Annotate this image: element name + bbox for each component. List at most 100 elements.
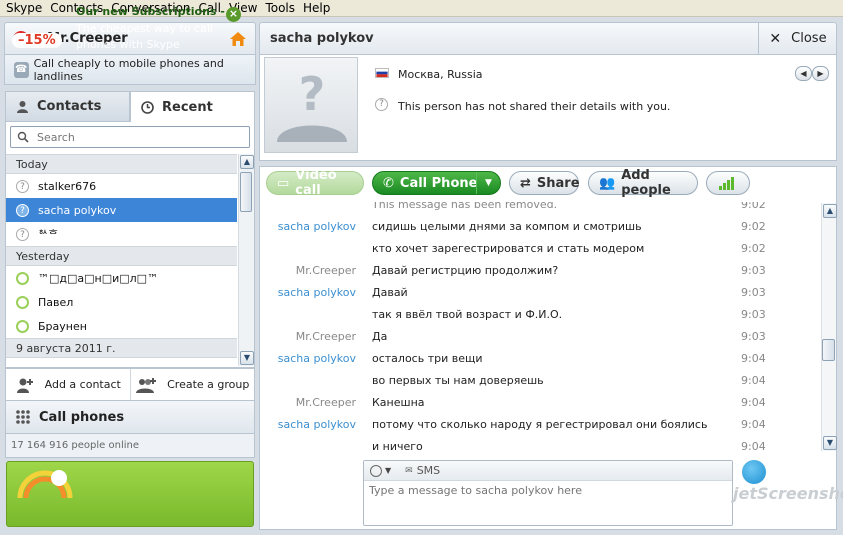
message-sender[interactable]: Mr.Creeper <box>260 330 356 343</box>
russia-flag-icon <box>375 68 389 78</box>
search-box[interactable] <box>10 126 250 148</box>
contact-item[interactable]: ? ᄒᄉᄒ <box>6 222 237 246</box>
contact-name: ᄒᄉᄒ <box>38 228 59 241</box>
message-history: This message has been removed. 9:02 sacha … <box>259 202 837 455</box>
contact-name: ™□д□а□н□и□л□™ <box>38 271 159 285</box>
message-sender[interactable]: sacha polykov <box>260 352 356 365</box>
message-row: sacha polykov сидишь целыми днями за комп… <box>260 220 820 238</box>
tab-recent[interactable]: Recent <box>130 91 255 122</box>
prev-button[interactable]: ◀ <box>795 66 812 81</box>
person-icon <box>17 101 28 113</box>
share-icon: ⇄ <box>520 175 531 191</box>
contact-item[interactable]: ? stalker676 <box>6 174 237 198</box>
tab-contacts-label: Contacts <box>37 99 102 114</box>
message-row: sacha polykov Давай 9:03 <box>260 286 820 304</box>
message-sender[interactable]: Mr.Creeper <box>260 396 356 409</box>
message-sender[interactable]: sacha polykov <box>260 286 356 299</box>
scroll-down-button[interactable]: ▼ <box>823 436 837 450</box>
add-contact-button[interactable]: Add a contact <box>6 369 131 400</box>
message-scrollbar[interactable]: ▲ ▼ <box>821 203 837 451</box>
call-phone-label: Call Phone <box>399 175 478 191</box>
message-row: This message has been removed. 9:02 <box>260 202 820 216</box>
menu-skype[interactable]: Skype <box>6 1 42 15</box>
search-input[interactable] <box>37 130 237 144</box>
call-cheaply-banner[interactable]: ☎ Call cheaply to mobile phones and land… <box>4 55 256 85</box>
sms-label[interactable]: SMS <box>417 464 440 477</box>
video-call-button[interactable]: ▭ Video call <box>266 168 364 198</box>
message-text: This message has been removed. <box>372 202 558 211</box>
message-row: sacha polykov осталось три вещи 9:04 <box>260 352 820 370</box>
message-sender[interactable]: Mr.Creeper <box>260 264 356 277</box>
search-icon <box>17 131 29 143</box>
message-text: кто хочет зарегестрироватся и стать моде… <box>372 242 645 255</box>
contact-tabs: Contacts Recent <box>5 91 255 122</box>
home-icon[interactable] <box>229 30 247 48</box>
message-row: Mr.Creeper Да 9:03 <box>260 330 820 348</box>
message-text: осталось три вещи <box>372 352 483 365</box>
message-time: 9:02 <box>741 202 766 211</box>
message-text: потому что сколько народу я регестрирова… <box>372 418 708 431</box>
contact-scroll-thumb[interactable] <box>240 172 252 212</box>
create-group-button[interactable]: Create a group <box>131 369 255 400</box>
call-cheaply-text: Call cheaply to mobile phones and landli… <box>33 56 224 83</box>
message-text: сидишь целыми днями за компом и смотришь <box>372 220 642 233</box>
message-time: 9:03 <box>741 286 766 299</box>
message-text: и ничего <box>372 440 423 453</box>
scroll-up-button[interactable]: ▲ <box>823 204 837 218</box>
offline-status-icon <box>16 295 29 309</box>
call-phones-button[interactable]: Call phones <box>5 401 255 434</box>
clock-icon <box>141 100 154 114</box>
close-icon[interactable]: × <box>226 7 241 22</box>
call-quality-button[interactable] <box>706 171 750 195</box>
contact-group-header: Yesterday <box>6 246 237 266</box>
contact-list: Today? stalker676? sacha polykov? ᄒᄉᄒ Yester… <box>6 154 237 366</box>
menu-tools[interactable]: Tools <box>265 1 295 15</box>
add-people-label: Add people <box>621 168 671 198</box>
scroll-up-button[interactable]: ▲ <box>240 155 254 169</box>
message-text: так я ввёл твой возраст и Ф.И.О. <box>372 308 563 321</box>
close-conversation-button[interactable]: ✕ Close <box>758 22 837 55</box>
contact-item[interactable]: Браунен <box>6 314 237 338</box>
contact-item[interactable]: Павел <box>6 290 237 314</box>
chevron-down-icon[interactable]: ▼ <box>476 172 500 194</box>
close-label: Close <box>791 31 827 46</box>
send-icon[interactable] <box>742 460 766 484</box>
message-sender[interactable]: sacha polykov <box>260 418 356 431</box>
message-row: Mr.Creeper Канешна 9:04 <box>260 396 820 414</box>
message-text: Да <box>372 330 388 343</box>
promo-text: The cheapest way to call phones with Sky… <box>76 22 213 51</box>
create-group-label: Create a group <box>167 378 250 391</box>
add-people-button[interactable]: 👥 Add people <box>588 168 698 198</box>
phone-icon: ✆ <box>383 175 394 191</box>
message-row: во первых ты нам доверяешь 9:04 <box>260 374 820 392</box>
next-button[interactable]: ▶ <box>812 66 829 81</box>
message-input[interactable] <box>369 484 719 497</box>
unknown-status-icon: ? <box>16 203 29 217</box>
message-row: так я ввёл твой возраст и Ф.И.О. 9:03 <box>260 308 820 326</box>
promo-title: Our new Subscriptions - <box>76 5 225 18</box>
rainbow-icon <box>17 470 73 498</box>
message-scroll-thumb[interactable] <box>822 339 835 361</box>
message-time: 9:02 <box>741 220 766 233</box>
subscription-promo[interactable] <box>6 461 254 527</box>
share-button[interactable]: ⇄ Share <box>509 171 580 195</box>
add-people-icon: 👥 <box>599 175 616 191</box>
emoticon-icon[interactable] <box>370 464 382 477</box>
contact-item[interactable]: ? sacha polykov <box>6 198 237 222</box>
contact-item[interactable]: ™□д□а□н□и□л□™ <box>6 266 237 290</box>
tab-contacts[interactable]: Contacts <box>5 91 130 122</box>
scroll-down-button[interactable]: ▼ <box>240 351 254 365</box>
chevron-down-icon[interactable]: ▼ <box>385 466 391 475</box>
add-person-icon <box>16 378 33 393</box>
phone-icon: ☎ <box>14 61 29 78</box>
message-sender[interactable]: sacha polykov <box>260 220 356 233</box>
message-time: 9:04 <box>741 374 766 387</box>
close-icon: ✕ <box>769 30 782 47</box>
message-text: Давай <box>372 286 408 299</box>
menu-help[interactable]: Help <box>303 1 330 15</box>
contact-name: stalker676 <box>38 179 97 193</box>
dialpad-icon <box>16 410 30 424</box>
sms-icon[interactable]: ✉ <box>405 466 413 476</box>
message-time: 9:03 <box>741 308 766 321</box>
unknown-status-icon: ? <box>16 227 29 241</box>
